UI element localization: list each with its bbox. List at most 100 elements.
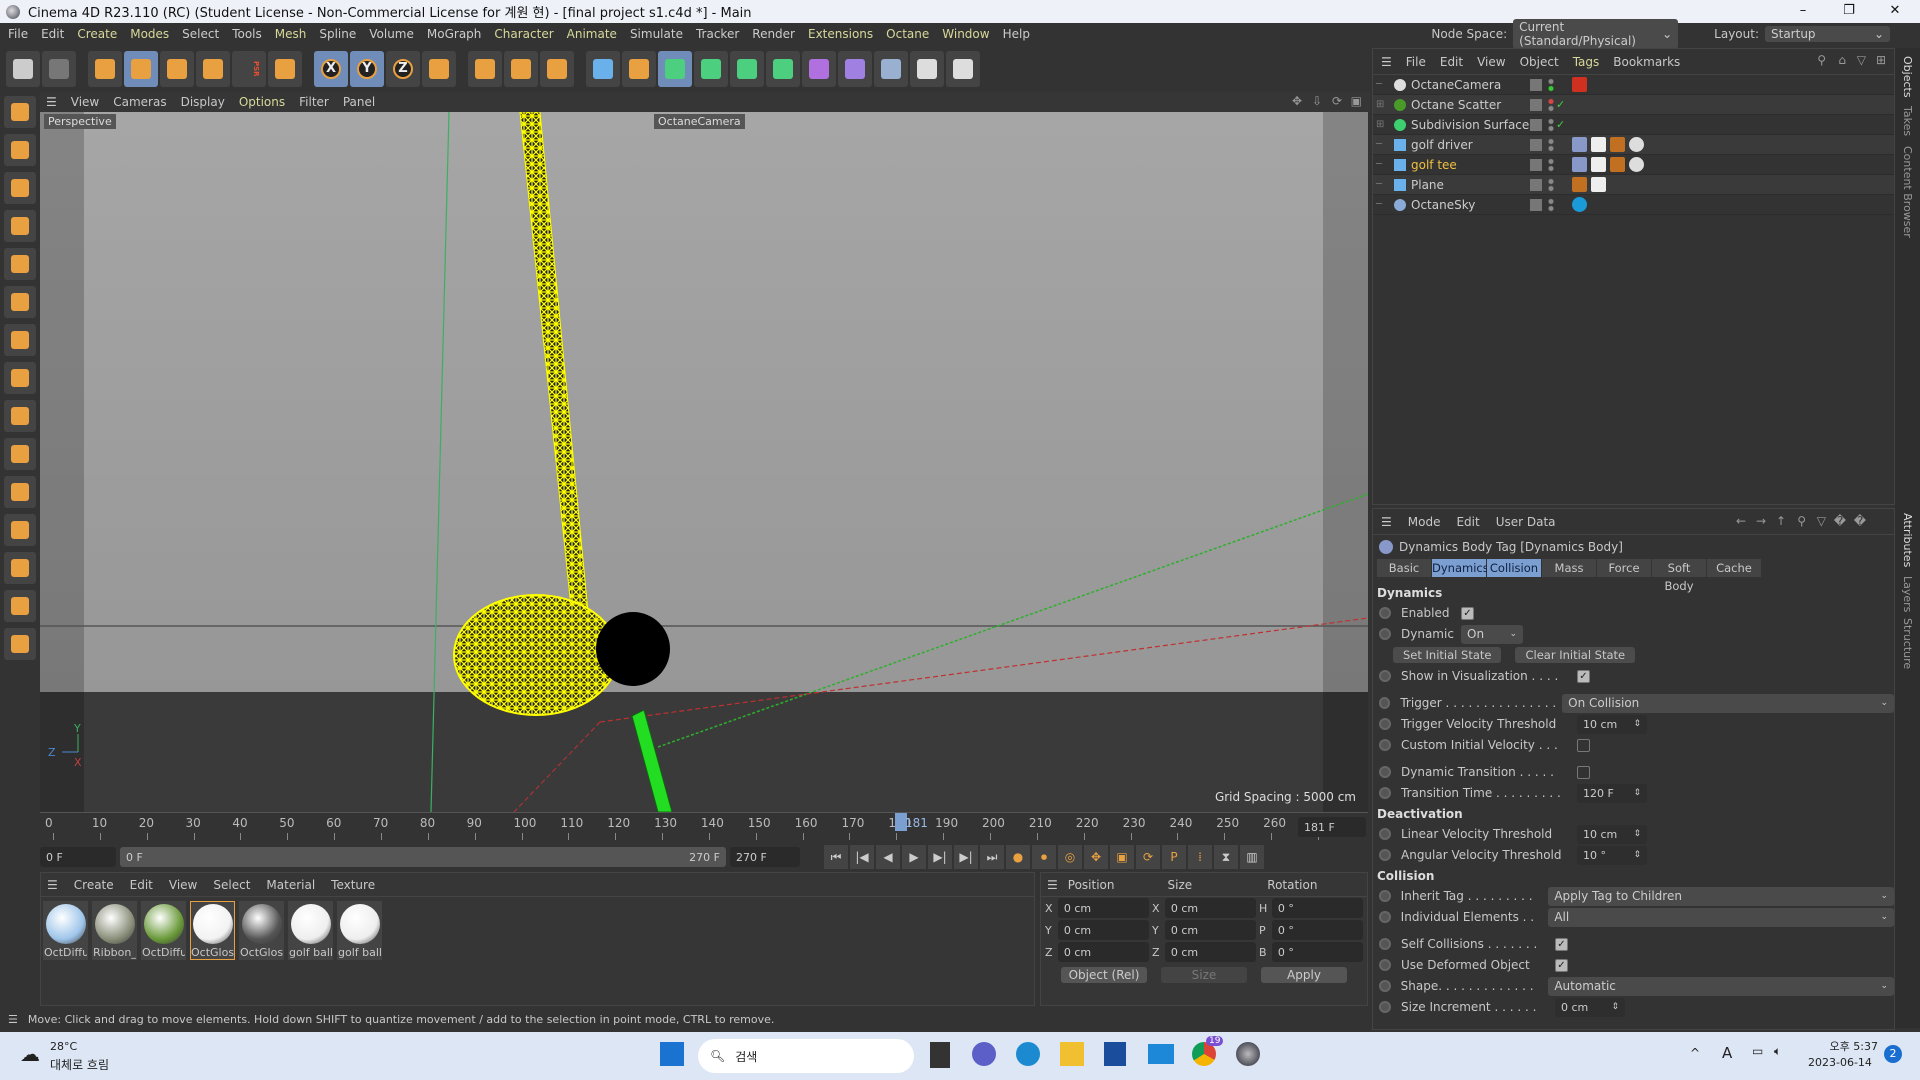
zoom-view-icon[interactable]: ⟳ — [1332, 94, 1342, 108]
animate-radio-icon[interactable] — [1379, 739, 1391, 751]
material-item[interactable]: OctGlos — [190, 901, 235, 960]
material-item[interactable]: Ribbon_ — [92, 901, 137, 960]
filter-icon[interactable]: ⌂ — [1838, 53, 1846, 67]
animate-radio-icon[interactable] — [1379, 911, 1391, 923]
visibility-dots-icon[interactable] — [1548, 157, 1554, 172]
hamburger-icon[interactable]: ☰ — [1047, 878, 1058, 892]
object-mode-button[interactable] — [4, 248, 36, 280]
menu-select[interactable]: Select — [182, 27, 219, 41]
animate-radio-icon[interactable] — [1379, 980, 1391, 992]
animate-radio-icon[interactable] — [1379, 628, 1391, 640]
animate-radio-icon[interactable] — [1379, 718, 1391, 730]
animate-radio-icon[interactable] — [1379, 849, 1391, 861]
current-frame-field[interactable]: 181 F — [1298, 817, 1366, 837]
keyframe-selection-button[interactable]: ◎ — [1058, 845, 1082, 869]
tab-force[interactable]: Force — [1597, 559, 1651, 577]
menu-edit[interactable]: Edit — [41, 27, 64, 41]
teams-icon[interactable] — [972, 1042, 996, 1066]
y-axis-button[interactable]: Y — [350, 51, 384, 87]
material-menu-create[interactable]: Create — [74, 878, 114, 892]
snap-button[interactable] — [4, 400, 36, 432]
menu-help[interactable]: Help — [1003, 27, 1030, 41]
phong-tag-icon[interactable] — [1572, 177, 1587, 192]
object-row-subdivision-surface-1[interactable]: ⊞ Subdivision Surface.1 ✓ — [1373, 115, 1894, 135]
texture-tag-icon[interactable] — [1591, 137, 1606, 152]
dropdown-inherit[interactable]: Apply Tag to Children ⌄ — [1548, 886, 1894, 906]
search-icon[interactable]: ⊞ — [1876, 53, 1886, 67]
clock-date[interactable]: 2023-06-14 — [1808, 1056, 1872, 1069]
checkbox-self_coll[interactable]: ✓ — [1555, 937, 1568, 951]
tab-cache[interactable]: Cache — [1707, 559, 1761, 577]
animate-radio-icon[interactable] — [1379, 670, 1391, 682]
editor-visibility-icon[interactable] — [1530, 98, 1542, 111]
animate-radio-icon[interactable] — [1379, 828, 1391, 840]
transform-button[interactable] — [268, 51, 302, 87]
checkbox-custom_vel[interactable] — [1577, 738, 1590, 752]
cube-button[interactable] — [586, 51, 620, 87]
viewport-menu-panel[interactable]: Panel — [343, 95, 375, 109]
material-item[interactable]: OctGlos — [239, 901, 284, 960]
menu-window[interactable]: Window — [942, 27, 989, 41]
minimize-button[interactable]: – — [1780, 0, 1826, 23]
texture-tag-icon[interactable] — [1591, 177, 1606, 192]
locked-workplane-button[interactable] — [4, 628, 36, 660]
up-icon[interactable]: ↑ — [1776, 514, 1786, 528]
record-button[interactable]: ● — [1006, 845, 1030, 869]
editor-visibility-icon[interactable] — [1530, 138, 1542, 151]
animate-radio-icon[interactable] — [1379, 959, 1391, 971]
object-row-octanecamera[interactable]: ─ OctaneCamera — [1373, 75, 1894, 95]
key-param-button[interactable]: P — [1162, 845, 1186, 869]
hamburger-icon[interactable]: ☰ — [47, 878, 58, 892]
snap-settings-button[interactable] — [4, 438, 36, 470]
undo-button[interactable] — [6, 51, 40, 87]
material-menu-select[interactable]: Select — [213, 878, 250, 892]
windows-start-icon[interactable] — [660, 1042, 684, 1066]
material-item[interactable]: OctDiffu — [141, 901, 186, 960]
viewport-menu-display[interactable]: Display — [181, 95, 225, 109]
expand-icon[interactable]: ⊞ — [1373, 99, 1389, 110]
hamburger-icon[interactable]: ☰ — [1381, 515, 1392, 529]
side-tab-structure[interactable]: Structure — [1901, 618, 1914, 669]
go-to-end-button[interactable]: ⏭ — [980, 845, 1004, 869]
next-key-button[interactable]: ▶| — [954, 845, 978, 869]
dropdown-trigger[interactable]: On Collision ⌄ — [1562, 693, 1895, 713]
uv-mode-button[interactable] — [4, 324, 36, 356]
light-button[interactable] — [946, 51, 980, 87]
menu-tracker[interactable]: Tracker — [696, 27, 739, 41]
file-explorer-icon[interactable] — [1060, 1042, 1084, 1066]
task-view-icon[interactable] — [930, 1042, 950, 1068]
tab-soft-body[interactable]: Soft Body — [1652, 559, 1706, 593]
camera-button[interactable] — [910, 51, 944, 87]
tab-collision[interactable]: Collision — [1487, 559, 1541, 577]
object-row-octane-scatter[interactable]: ⊞ Octane Scatter ✓ — [1373, 95, 1894, 115]
menu-modes[interactable]: Modes — [130, 27, 169, 41]
mail-icon[interactable] — [1148, 1044, 1174, 1064]
grid-button[interactable] — [4, 590, 36, 622]
subdivision-button[interactable] — [658, 51, 692, 87]
search-icon[interactable]: ⚲ — [1797, 514, 1806, 528]
soft-select-button[interactable] — [4, 476, 36, 508]
z-axis-button[interactable]: Z — [386, 51, 420, 87]
tab-dynamics[interactable]: Dynamics — [1432, 559, 1489, 577]
attr-menu-edit[interactable]: Edit — [1456, 515, 1479, 529]
back-icon[interactable]: ← — [1736, 514, 1746, 528]
visibility-dots-icon[interactable] — [1548, 117, 1554, 132]
viewport-menu-view[interactable]: View — [71, 95, 99, 109]
extrude-button[interactable] — [694, 51, 728, 87]
enable-axis-button[interactable] — [4, 514, 36, 546]
field-angular_vel[interactable]: 10 ° ⇕ — [1577, 845, 1647, 865]
floor-button[interactable] — [874, 51, 908, 87]
phong-tag-icon[interactable] — [1610, 157, 1625, 172]
object-menu-edit[interactable]: Edit — [1440, 55, 1463, 69]
start-frame-field[interactable]: 0 F — [40, 847, 116, 867]
material-item[interactable]: golf ball — [288, 901, 333, 960]
menu-spline[interactable]: Spline — [319, 27, 356, 41]
filter-icon[interactable]: ▽ — [1817, 514, 1826, 528]
coordinate-system-button[interactable] — [422, 51, 456, 87]
new-window-icon[interactable]: ⚲ — [1817, 53, 1826, 67]
clock-time[interactable]: 오후 5:37 — [1818, 1038, 1878, 1054]
key-pla-button[interactable]: ⁞ — [1188, 845, 1212, 869]
prev-frame-button[interactable]: ◀ — [876, 845, 900, 869]
material-menu-edit[interactable]: Edit — [130, 878, 153, 892]
clear-initial-state-button[interactable]: Clear Initial State — [1515, 647, 1636, 663]
